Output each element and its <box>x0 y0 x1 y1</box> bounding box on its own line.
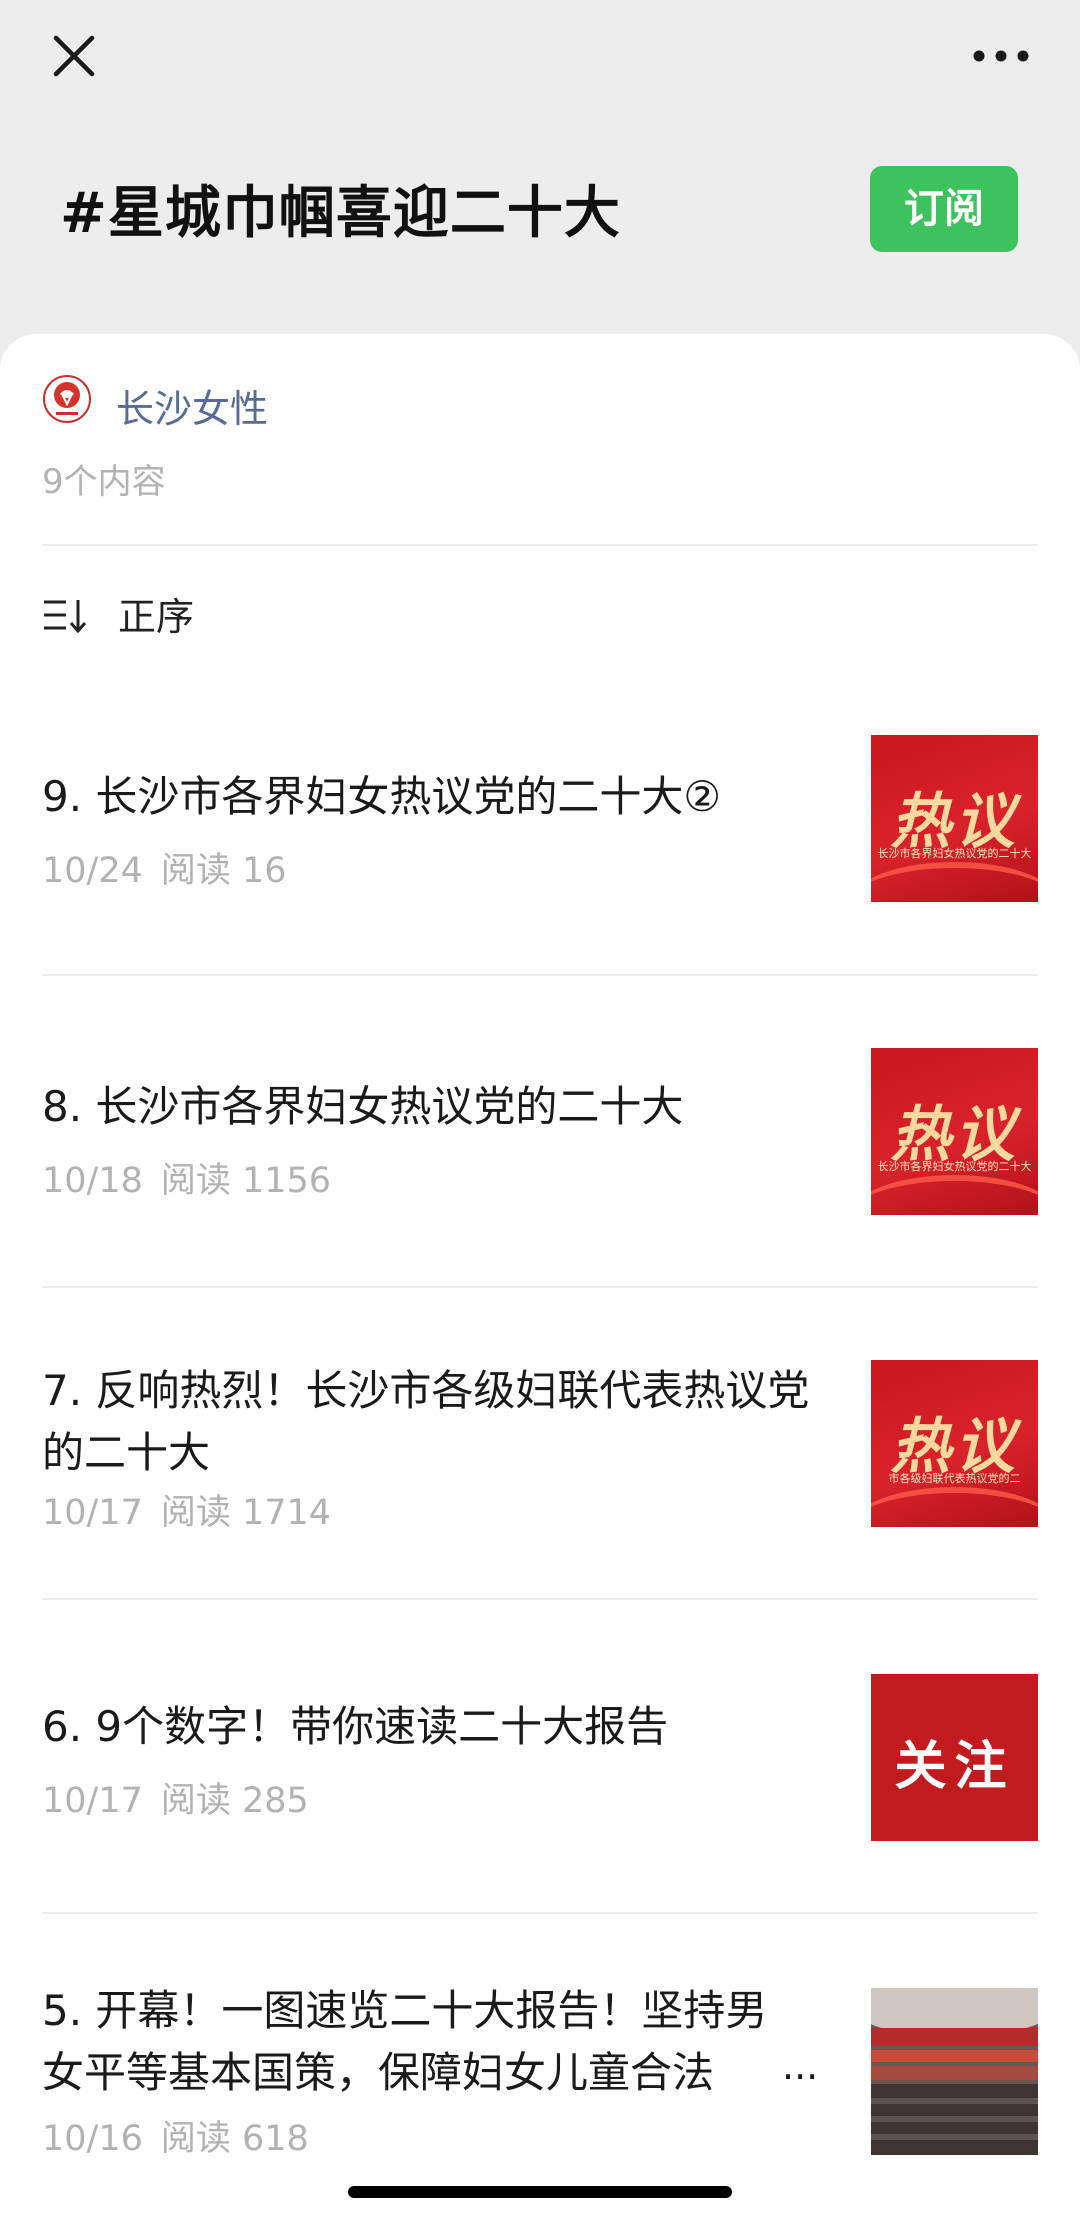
article-date: 10/16 <box>42 2119 143 2159</box>
thumbnail-decoration <box>871 862 1038 902</box>
article-date: 10/24 <box>42 851 143 891</box>
sort-order-icon <box>44 600 87 634</box>
article-date: 10/18 <box>42 1161 143 1201</box>
more-options-button[interactable] <box>966 26 1036 86</box>
close-icon <box>53 35 95 77</box>
article-meta: 10/18 阅读 1156 <box>42 1152 349 1203</box>
article-date: 10/17 <box>42 1781 143 1821</box>
thumbnail-decoration <box>871 1487 1038 1527</box>
close-button[interactable] <box>44 26 104 86</box>
article-thumbnail[interactable]: 关注 <box>871 1674 1038 1841</box>
sort-label: 正序 <box>118 595 195 639</box>
topic-header: #星城巾帼喜迎二十大 订阅 <box>0 150 1080 270</box>
article-reads: 阅读 285 <box>160 1781 309 1821</box>
article-meta: 10/17 阅读 1714 <box>42 1484 349 1535</box>
article-reads: 阅读 16 <box>160 851 287 891</box>
thumbnail-caption: 长沙市各界妇女热议党的二十大 <box>877 847 1032 860</box>
content-count: 9个内容 <box>42 462 166 502</box>
article-thumbnail[interactable] <box>871 1988 1038 2155</box>
article-thumbnail[interactable]: 热议 长沙市各界妇女热议党的二十大 <box>871 735 1038 902</box>
article-meta: 10/24 阅读 16 <box>42 842 305 893</box>
content-card: 长沙女性 9个内容 正序 9. 长沙市各界妇女热议党的二十大② 10/24 阅读 … <box>0 334 1080 2223</box>
subscribe-button[interactable]: 订阅 <box>870 166 1018 252</box>
article-title: 7. 反响热烈！长沙市各级妇联代表热议党的二十大 <box>42 1366 810 1477</box>
divider <box>42 544 1038 546</box>
thumbnail-caption: 市各级妇联代表热议党的二 <box>888 1472 1021 1485</box>
thumbnail-decoration <box>871 1175 1038 1215</box>
more-dots-icon <box>973 50 1029 62</box>
divider <box>42 974 1038 976</box>
title-ellipsis: ... <box>782 2044 819 2088</box>
article-reads: 阅读 618 <box>160 2119 309 2159</box>
divider <box>42 1598 1038 1600</box>
article-title: 5. 开幕！一图速览二十大报告！坚持男女平等基本国策，保障妇女儿童合法 <box>42 1986 768 2097</box>
article-meta: 10/16 阅读 618 <box>42 2110 327 2161</box>
congress-photo-image <box>871 1988 1038 2155</box>
article-title: 6. 9个数字！带你速读二十大报告 <box>42 1702 669 1751</box>
account-name[interactable]: 长沙女性 <box>116 378 268 433</box>
article-title: 8. 长沙市各界妇女热议党的二十大 <box>42 1082 684 1131</box>
divider <box>42 1286 1038 1288</box>
womens-federation-logo-icon <box>43 375 91 423</box>
divider <box>42 1912 1038 1914</box>
home-indicator[interactable] <box>348 2186 732 2198</box>
article-thumbnail[interactable]: 热议 长沙市各界妇女热议党的二十大 <box>871 1048 1038 1215</box>
article-reads: 阅读 1156 <box>160 1161 332 1201</box>
article-meta: 10/17 阅读 285 <box>42 1772 327 1823</box>
article-thumbnail[interactable]: 热议 市各级妇联代表热议党的二 <box>871 1360 1038 1527</box>
top-bar <box>0 0 1080 120</box>
page-title: #星城巾帼喜迎二十大 <box>60 181 621 246</box>
thumbnail-heading: 关注 <box>894 1737 1015 1797</box>
thumbnail-caption: 长沙市各界妇女热议党的二十大 <box>877 1160 1032 1173</box>
article-reads: 阅读 1714 <box>160 1493 332 1533</box>
article-title: 9. 长沙市各界妇女热议党的二十大② <box>42 772 722 821</box>
article-date: 10/17 <box>42 1493 143 1533</box>
